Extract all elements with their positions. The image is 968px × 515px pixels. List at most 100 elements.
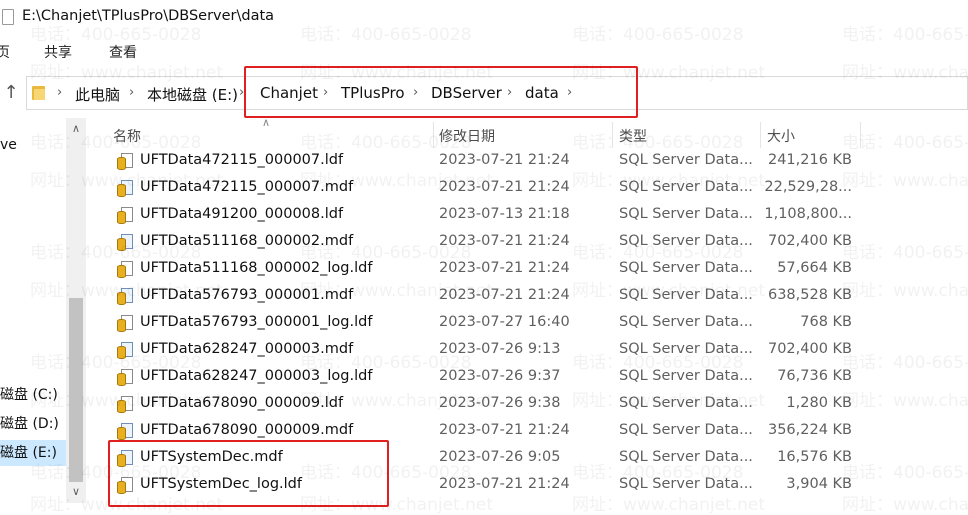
file-name: UFTData511168_000002_log.ldf	[140, 260, 373, 276]
file-type: SQL Server Data...	[619, 368, 753, 384]
scroll-thumb[interactable]	[69, 298, 83, 482]
file-date: 2023-07-26 9:37	[439, 368, 561, 384]
file-type: SQL Server Data...	[619, 341, 753, 357]
database-file-icon	[117, 261, 133, 278]
file-row[interactable]: UFTData472115_000007.ldf 2023-07-21 21:24…	[100, 148, 968, 175]
database-file-icon	[117, 234, 133, 251]
folder-icon	[32, 86, 45, 100]
file-row[interactable]: UFTData678090_000009.ldf 2023-07-26 9:38 S…	[100, 391, 968, 418]
file-row[interactable]: UFTData628247_000003_log.ldf 2023-07-26 9…	[100, 364, 968, 391]
file-size: 76,736 KB	[777, 368, 852, 384]
file-date: 2023-07-13 21:18	[439, 206, 570, 222]
nav-item-drive[interactable]: ve	[0, 132, 66, 158]
file-name: UFTData678090_000009.mdf	[140, 422, 354, 438]
chevron-right-icon[interactable]: ›	[567, 85, 572, 100]
database-file-icon	[117, 315, 133, 332]
file-type: SQL Server Data...	[619, 260, 753, 276]
title-bar: E:\Chanjet\TPlusPro\DBServer\data	[0, 0, 968, 36]
column-divider[interactable]	[860, 122, 861, 148]
file-row[interactable]: UFTSystemDec_log.ldf 2023-07-21 21:24 SQL …	[100, 472, 968, 499]
tab-share[interactable]: 共享	[44, 42, 72, 62]
breadcrumb-dbserver[interactable]: DBServer	[431, 84, 502, 102]
chevron-right-icon[interactable]: ›	[413, 85, 418, 100]
database-file-icon	[117, 180, 133, 197]
file-date: 2023-07-21 21:24	[439, 152, 570, 168]
database-file-icon	[117, 153, 133, 170]
file-size: 356,224 KB	[767, 422, 852, 438]
file-type: SQL Server Data...	[619, 422, 753, 438]
window-icon	[2, 9, 14, 25]
nav-item-drive-d[interactable]: 磁盘 (D:)	[0, 411, 66, 437]
chevron-right-icon[interactable]: ›	[239, 85, 244, 100]
database-file-icon	[117, 207, 133, 224]
chevron-right-icon[interactable]: ›	[507, 85, 512, 100]
database-file-icon	[117, 450, 133, 467]
file-row[interactable]: UFTData678090_000009.mdf 2023-07-21 21:24…	[100, 418, 968, 445]
file-type: SQL Server Data...	[619, 233, 753, 249]
file-type: SQL Server Data...	[619, 287, 753, 303]
column-header-name[interactable]: 名称	[113, 126, 141, 146]
file-row[interactable]: UFTData511168_000002.mdf 2023-07-21 21:24…	[100, 229, 968, 256]
file-name: UFTData628247_000003_log.ldf	[140, 368, 373, 384]
file-row[interactable]: UFTData491200_000008.ldf 2023-07-13 21:18…	[100, 202, 968, 229]
file-name: UFTData491200_000008.ldf	[140, 206, 344, 222]
column-divider[interactable]	[760, 122, 761, 148]
file-date: 2023-07-21 21:24	[439, 260, 570, 276]
file-row[interactable]: UFTData628247_000003.mdf 2023-07-26 9:13 S…	[100, 337, 968, 364]
column-header-size[interactable]: 大小	[767, 126, 795, 146]
database-file-icon	[117, 477, 133, 494]
breadcrumb-chanjet[interactable]: Chanjet	[260, 84, 318, 102]
file-size: 241,216 KB	[767, 152, 852, 168]
file-name: UFTData628247_000003.mdf	[140, 341, 354, 357]
column-divider[interactable]	[612, 122, 613, 148]
file-row[interactable]: UFTSystemDec.mdf 2023-07-26 9:05 SQL Serve…	[100, 445, 968, 472]
chevron-right-icon[interactable]: ›	[129, 85, 134, 100]
file-name: UFTSystemDec.mdf	[140, 449, 283, 465]
nav-item-drive-c[interactable]: 磁盘 (C:)	[0, 382, 66, 408]
file-size: 1,280 KB	[786, 395, 852, 411]
file-date: 2023-07-21 21:24	[439, 233, 570, 249]
database-file-icon	[117, 369, 133, 386]
file-size: 1,108,800...	[764, 206, 852, 222]
up-arrow-icon[interactable]: ↑	[0, 81, 22, 105]
file-size: 16,576 KB	[777, 449, 852, 465]
chevron-right-icon[interactable]: ›	[323, 85, 328, 100]
file-row[interactable]: UFTData472115_000007.mdf 2023-07-21 21:24…	[100, 175, 968, 202]
scroll-up-icon[interactable]: ∧	[66, 120, 86, 138]
file-name: UFTSystemDec_log.ldf	[140, 476, 302, 492]
file-name: UFTData511168_000002.mdf	[140, 233, 354, 249]
file-date: 2023-07-21 21:24	[439, 476, 570, 492]
address-bar[interactable]: › 此电脑 › 本地磁盘 (E:) › Chanjet › TPlusPro ›…	[26, 76, 968, 110]
file-row[interactable]: UFTData576793_000001_log.ldf 2023-07-27 1…	[100, 310, 968, 337]
file-size: 3,904 KB	[786, 476, 852, 492]
file-type: SQL Server Data...	[619, 395, 753, 411]
file-row[interactable]: UFTData576793_000001.mdf 2023-07-21 21:24…	[100, 283, 968, 310]
file-row[interactable]: UFTData511168_000002_log.ldf 2023-07-21 2…	[100, 256, 968, 283]
sort-ascending-icon: ∧	[262, 116, 271, 129]
breadcrumb-data[interactable]: data	[525, 84, 559, 102]
file-list: UFTData472115_000007.ldf 2023-07-21 21:24…	[100, 148, 968, 515]
scroll-down-icon[interactable]: ∨	[66, 483, 86, 501]
column-divider[interactable]	[433, 122, 434, 148]
database-file-icon	[117, 423, 133, 440]
file-name: UFTData678090_000009.ldf	[140, 395, 344, 411]
file-date: 2023-07-26 9:38	[439, 395, 561, 411]
file-date: 2023-07-27 16:40	[439, 314, 570, 330]
file-size: 638,528 KB	[767, 287, 852, 303]
column-header-date[interactable]: 修改日期	[439, 126, 495, 146]
breadcrumb-tpluspro[interactable]: TPlusPro	[341, 84, 405, 102]
column-header-type[interactable]: 类型	[619, 126, 647, 146]
database-file-icon	[117, 288, 133, 305]
file-type: SQL Server Data...	[619, 314, 753, 330]
tab-page[interactable]: 页	[0, 42, 10, 62]
file-size: 702,400 KB	[767, 341, 852, 357]
tab-view[interactable]: 查看	[109, 42, 137, 62]
nav-scrollbar[interactable]: ∧ ∨	[66, 118, 86, 503]
breadcrumb-this-pc[interactable]: 此电脑	[75, 84, 120, 105]
ribbon-tabs: 页 共享 查看	[0, 36, 968, 68]
file-size: 768 KB	[800, 314, 852, 330]
file-name: UFTData576793_000001_log.ldf	[140, 314, 373, 330]
file-name: UFTData472115_000007.ldf	[140, 152, 344, 168]
nav-item-drive-e[interactable]: 磁盘 (E:)	[0, 440, 66, 466]
breadcrumb-drive-e[interactable]: 本地磁盘 (E:)	[147, 84, 238, 105]
